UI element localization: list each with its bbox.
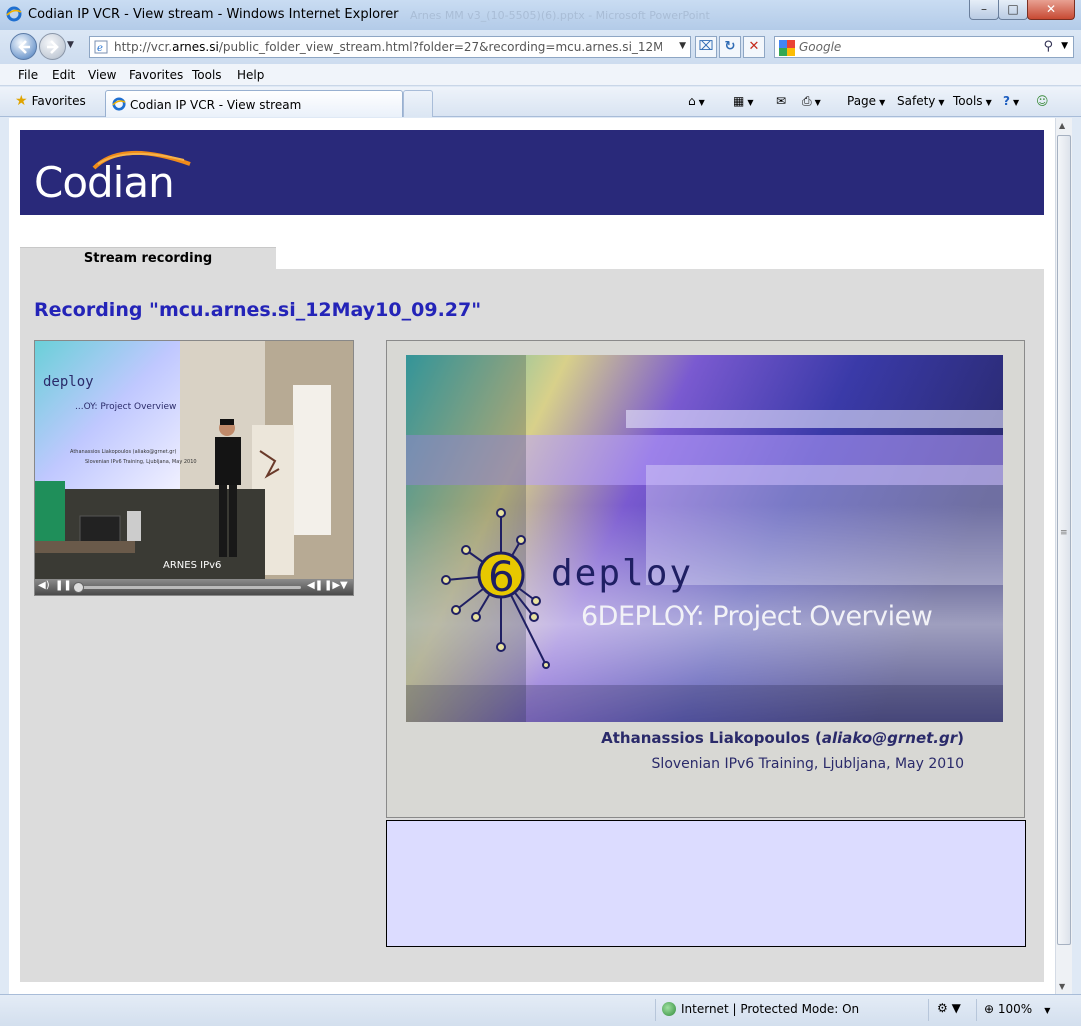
print-button[interactable]: ⎙ ▼ bbox=[802, 94, 821, 109]
zoom-level[interactable]: ⊕ 100% ▼ bbox=[984, 1002, 1050, 1016]
video-image: deploy ...OY: Project Overview Athanassi… bbox=[35, 341, 353, 579]
browser-tab-active[interactable]: Codian IP VCR - View stream bbox=[105, 90, 403, 117]
minimize-button[interactable]: – bbox=[969, 0, 999, 20]
menu-edit[interactable]: Edit bbox=[52, 68, 75, 82]
protected-mode-icon[interactable]: ⚙ ▼ bbox=[937, 1001, 961, 1015]
tab-ie-icon bbox=[112, 97, 126, 111]
recent-pages-dropdown[interactable]: ▼ bbox=[67, 40, 74, 50]
video-controls: ◀) ❚❚ ◀❚ ❚▶ ▼ bbox=[35, 579, 353, 595]
search-placeholder: Google bbox=[799, 40, 842, 54]
stop-button[interactable]: ✕ bbox=[743, 36, 765, 58]
forward-button[interactable] bbox=[39, 33, 66, 60]
codian-logo-text: Codian bbox=[34, 158, 175, 207]
recording-title: Recording "mcu.arnes.si_12May10_09.27" bbox=[34, 299, 482, 321]
favorites-and-tabs-bar: ★ Favorites Codian IP VCR - View stream ⌂… bbox=[0, 87, 1081, 117]
url-text[interactable]: http://vcr.arnes.si/public_folder_view_s… bbox=[114, 40, 662, 54]
search-icon[interactable]: ⚲ bbox=[1043, 39, 1053, 54]
search-options-dropdown[interactable]: ▼ bbox=[1061, 41, 1068, 51]
slide-image: 6 deploy 6DEPLOY: Project Overview bbox=[406, 355, 1003, 722]
video-caption: ARNES IPv6 bbox=[163, 560, 222, 571]
page-viewport: Codian Stream recording Recording "mcu.a… bbox=[9, 118, 1055, 994]
seek-handle[interactable] bbox=[73, 582, 84, 593]
content-channel-frame: 6 deploy 6DEPLOY: Project Overview Athan… bbox=[386, 340, 1025, 818]
home-button[interactable]: ⌂ ▼ bbox=[688, 94, 705, 108]
slide-event: Slovenian IPv6 Training, Ljubljana, May … bbox=[651, 756, 964, 772]
back-arrow-icon bbox=[18, 40, 30, 54]
svg-text:...OY: Project Overview: ...OY: Project Overview bbox=[75, 402, 176, 412]
menu-help[interactable]: Help bbox=[237, 68, 264, 82]
browser-frame-right bbox=[1072, 118, 1081, 994]
status-separator bbox=[928, 999, 929, 1021]
menu-tools[interactable]: Tools bbox=[192, 68, 222, 82]
compatibility-view-button[interactable]: ⌧ bbox=[695, 36, 717, 58]
new-tab-button[interactable] bbox=[403, 90, 433, 117]
svg-text:Slovenian IPv6 Training, Ljubl: Slovenian IPv6 Training, Ljubljana, May … bbox=[85, 459, 197, 465]
window-title-bar: Codian IP VCR - View stream - Windows In… bbox=[0, 0, 1081, 30]
svg-text:e: e bbox=[97, 43, 103, 54]
search-box[interactable]: Google ⚲ ▼ bbox=[774, 36, 1074, 58]
slide-logo-word: deploy bbox=[551, 553, 694, 594]
research-icon[interactable]: ☺ bbox=[1036, 94, 1049, 108]
content-panel: Recording "mcu.arnes.si_12May10_09.27" d… bbox=[20, 269, 1044, 982]
pause-icon[interactable]: ❚❚ bbox=[55, 580, 72, 591]
address-dropdown[interactable]: ▼ bbox=[679, 41, 686, 51]
svg-text:Athanassios Liakopoulos (aliak: Athanassios Liakopoulos (aliako@grnet.gr… bbox=[70, 449, 176, 455]
page-menu-button[interactable]: Page ▼ bbox=[847, 94, 885, 108]
menu-favorites[interactable]: Favorites bbox=[129, 68, 183, 82]
favorites-button[interactable]: ★ Favorites bbox=[15, 93, 86, 109]
refresh-button[interactable]: ↻ bbox=[719, 36, 741, 58]
codian-logo: Codian bbox=[34, 142, 234, 207]
tab-title: Codian IP VCR - View stream bbox=[130, 98, 302, 112]
window-title: Codian IP VCR - View stream - Windows In… bbox=[28, 7, 399, 22]
navigation-bar: ▼ e http://vcr.arnes.si/public_folder_vi… bbox=[0, 30, 1081, 64]
seek-track[interactable] bbox=[75, 586, 301, 589]
forward-arrow-icon bbox=[47, 40, 59, 54]
tools-menu-button[interactable]: Tools ▼ bbox=[953, 94, 992, 108]
scrollbar-thumb[interactable] bbox=[1057, 135, 1071, 945]
rewind-icon[interactable]: ◀❚ bbox=[307, 580, 323, 591]
slide-title: 6DEPLOY: Project Overview bbox=[581, 601, 933, 632]
step-forward-icon[interactable]: ❚▶ bbox=[324, 580, 340, 591]
safety-menu-button[interactable]: Safety ▼ bbox=[897, 94, 945, 108]
video-frame[interactable]: deploy ...OY: Project Overview Athanassi… bbox=[35, 341, 353, 579]
menu-dropdown-icon[interactable]: ▼ bbox=[340, 580, 348, 591]
security-zone[interactable]: Internet | Protected Mode: On bbox=[662, 1002, 859, 1016]
logo-digit: 6 bbox=[488, 552, 515, 601]
menu-file[interactable]: File bbox=[18, 68, 38, 82]
menu-bar: File Edit View Favorites Tools Help bbox=[0, 64, 1081, 86]
video-player[interactable]: deploy ...OY: Project Overview Athanassi… bbox=[34, 340, 354, 596]
vertical-scrollbar[interactable]: ▲ ≡ ▼ bbox=[1055, 118, 1072, 994]
background-window-title: Arnes MM v3_(10-5505)(6).pptx - Microsof… bbox=[410, 9, 710, 22]
feeds-button[interactable]: ▦ ▼ bbox=[733, 94, 754, 108]
status-bar: Internet | Protected Mode: On ⚙ ▼ ⊕ 100%… bbox=[0, 994, 1081, 1026]
tab-stream-recording[interactable]: Stream recording bbox=[20, 247, 276, 270]
scrollbar-grip-icon: ≡ bbox=[1060, 528, 1068, 538]
codian-banner: Codian bbox=[20, 130, 1044, 215]
slide-background: 6 bbox=[406, 355, 1003, 722]
close-button[interactable]: ✕ bbox=[1027, 0, 1075, 20]
slide-author: Athanassios Liakopoulos (aliako@grnet.gr… bbox=[601, 729, 964, 747]
page-icon: e bbox=[94, 40, 108, 54]
svg-text:deploy: deploy bbox=[43, 374, 94, 390]
google-icon bbox=[779, 40, 795, 56]
menu-view[interactable]: View bbox=[88, 68, 116, 82]
volume-icon[interactable]: ◀) bbox=[38, 580, 50, 591]
help-icon[interactable]: ? ▼ bbox=[1003, 94, 1019, 108]
internet-zone-icon bbox=[662, 1002, 676, 1016]
stream-info-panel bbox=[386, 820, 1026, 947]
status-separator bbox=[655, 999, 656, 1021]
address-bar[interactable]: e http://vcr.arnes.si/public_folder_view… bbox=[89, 36, 691, 58]
back-button[interactable] bbox=[10, 33, 37, 60]
status-separator bbox=[976, 999, 977, 1021]
maximize-button[interactable]: □ bbox=[998, 0, 1028, 20]
internet-explorer-icon bbox=[6, 6, 22, 22]
scroll-up-icon[interactable]: ▲ bbox=[1059, 121, 1065, 130]
browser-frame-left bbox=[0, 118, 9, 994]
favorites-star-icon: ★ bbox=[15, 93, 28, 109]
read-mail-icon[interactable]: ✉ bbox=[776, 94, 786, 108]
scroll-down-icon[interactable]: ▼ bbox=[1059, 982, 1065, 991]
